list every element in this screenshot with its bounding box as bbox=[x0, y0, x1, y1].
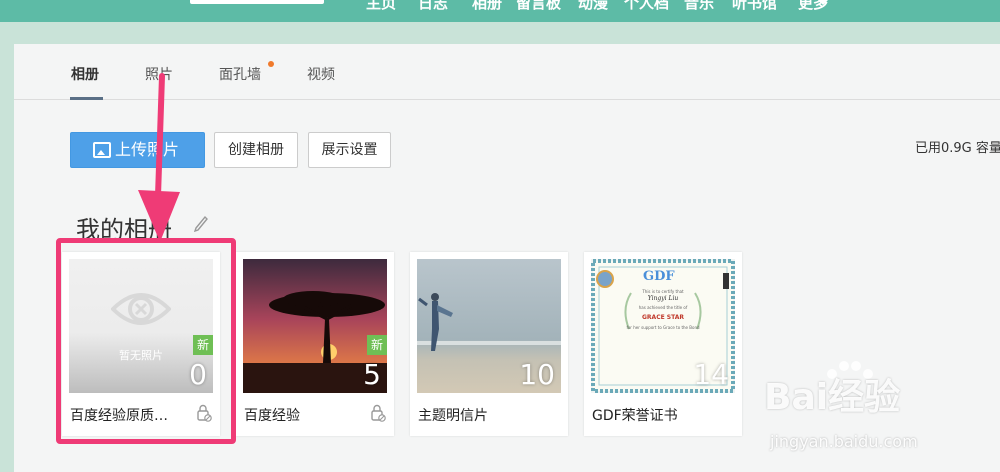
watermark-url: jingyan.baidu.com bbox=[770, 432, 918, 451]
watermark-brand: Bai经验 bbox=[764, 377, 901, 418]
